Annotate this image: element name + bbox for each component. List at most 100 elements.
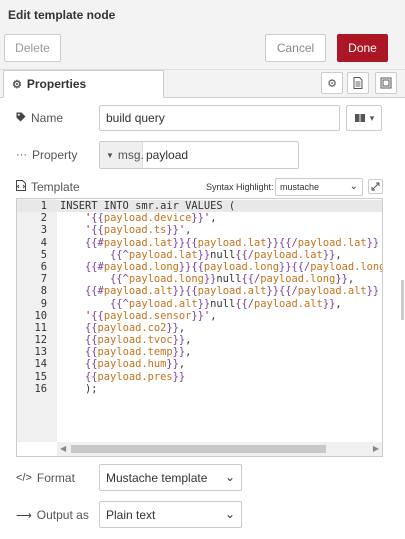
dialog-header: Edit template node Delete Cancel Done (0, 0, 405, 70)
arrow-right-icon: ⟶ (16, 509, 32, 522)
line-number: 1 (17, 200, 57, 213)
line-number: 12 (34, 334, 47, 347)
code-line[interactable]: 9 {{^payload.alt}}null{{/payload.alt}}, (17, 297, 382, 310)
template-editor[interactable]: 1 INSERT INTO smr.air VALUES (2 '{{payloa… (16, 198, 383, 457)
output-icon-select[interactable]: ▾ (346, 105, 382, 131)
code-line[interactable]: 10 '{{payload.sensor}}', (17, 309, 382, 322)
code-text: {{payload.pres}} (85, 370, 186, 383)
code-text: {{^payload.long}}null{{/payload.long}}, (110, 273, 355, 286)
code-icon: </> (16, 472, 32, 484)
code-text: {{payload.hum}}, (85, 358, 186, 371)
settings-tab-button[interactable]: ⚙ (321, 72, 343, 94)
name-label: Name (31, 111, 64, 125)
code-line[interactable]: 16 ); (17, 382, 382, 395)
scroll-left-icon[interactable]: ◀ (60, 444, 66, 453)
code-line[interactable]: 4 {{#payload.lat}}{{payload.lat}}{{/payl… (17, 236, 382, 249)
code-text: ); (60, 382, 98, 395)
gear-icon: ⚙ (327, 77, 337, 90)
scrollbar-thumb[interactable] (71, 445, 326, 453)
property-label: Property (32, 148, 78, 162)
line-number: 15 (34, 370, 47, 383)
line-number: 6 (40, 260, 47, 273)
line-number: 3 (40, 224, 47, 237)
tab-bar: ⚙ Properties ⚙ (0, 70, 405, 98)
line-number: 14 (34, 358, 47, 371)
appearance-icon (380, 77, 392, 89)
syntax-highlight-value: mustache (280, 182, 320, 192)
code-line[interactable]: 6 {{#payload.long}}{{payload.long}}{{/pa… (17, 260, 383, 273)
format-value: Mustache template (106, 470, 208, 485)
caret-down-icon: ▼ (106, 150, 114, 160)
line-number: 16 (34, 382, 47, 395)
code-text: {{#payload.long}}{{payload.long}}{{/payl… (85, 260, 383, 273)
code-text: {{payload.tvoc}}, (85, 334, 192, 347)
code-line[interactable]: 12 {{payload.tvoc}}, (17, 334, 382, 347)
output-label: Output as (36, 508, 89, 522)
code-text: {{^payload.lat}}null{{/payload.lat}}, (110, 248, 342, 261)
code-text: {{payload.co2}}, (85, 321, 186, 334)
gear-icon: ⚙ (12, 78, 22, 91)
property-type-value: msg. (117, 148, 144, 162)
book-icon (354, 114, 365, 122)
code-line[interactable]: 15 {{payload.pres}} (17, 370, 382, 383)
format-label: Format (36, 471, 75, 485)
cancel-button[interactable]: Cancel (265, 34, 326, 62)
done-button[interactable]: Done (337, 34, 388, 62)
dialog-title: Edit template node (8, 8, 116, 22)
code-line[interactable]: 1 INSERT INTO smr.air VALUES ( (17, 200, 382, 213)
format-select[interactable]: Mustache template ⌄ (99, 464, 242, 491)
expand-icon (371, 182, 380, 191)
template-row-label: Template (16, 180, 80, 194)
template-label: Template (31, 180, 80, 194)
code-text: {{payload.temp}}, (85, 346, 192, 359)
dialog-scrollbar[interactable] (401, 280, 404, 320)
description-tab-button[interactable] (347, 72, 369, 94)
property-type-select[interactable]: ▼ msg. (100, 142, 144, 168)
code-line[interactable]: 11 {{payload.co2}}, (17, 321, 382, 334)
code-text: '{{payload.sensor}}', (85, 309, 217, 322)
line-number: 5 (40, 248, 47, 261)
expand-editor-button[interactable] (368, 179, 383, 194)
line-number: 9 (40, 297, 47, 310)
code-text: {{#payload.lat}}{{payload.lat}}{{/payloa… (85, 236, 380, 249)
property-value[interactable]: payload (143, 148, 188, 162)
code-text: '{{payload.device}}', (85, 212, 217, 225)
code-lines: 1 INSERT INTO smr.air VALUES (2 '{{payloa… (17, 200, 383, 395)
tab-properties[interactable]: ⚙ Properties (3, 70, 164, 98)
delete-button[interactable]: Delete (4, 34, 61, 62)
chevron-down-icon: ⌄ (224, 470, 235, 484)
output-value: Plain text (106, 507, 156, 522)
syntax-highlight-select[interactable]: mustache ⌄ (275, 178, 363, 196)
line-number: 7 (40, 273, 47, 286)
file-code-icon (16, 180, 26, 194)
property-row-label: ··· Property (16, 148, 77, 162)
format-row-label: </> Format (16, 471, 75, 485)
code-line[interactable]: 8 {{#payload.alt}}{{payload.alt}}{{/payl… (17, 285, 382, 298)
code-text: {{#payload.alt}}{{payload.alt}}{{/payloa… (85, 285, 380, 298)
line-number: 8 (40, 285, 47, 298)
code-line[interactable]: 13 {{payload.temp}}, (17, 346, 382, 359)
output-select[interactable]: Plain text ⌄ (99, 501, 242, 528)
scroll-right-icon[interactable]: ▶ (373, 444, 379, 453)
code-line[interactable]: 3 '{{payload.ts}}', (17, 224, 382, 237)
property-input[interactable]: ▼ msg. payload (99, 141, 299, 169)
ellipsis-icon: ··· (16, 149, 27, 161)
tag-icon (16, 112, 26, 125)
name-input[interactable]: build query (99, 105, 340, 131)
line-number: 13 (34, 346, 47, 359)
code-line[interactable]: 2 '{{payload.device}}', (17, 212, 382, 225)
code-text: INSERT INTO smr.air VALUES ( (57, 200, 382, 213)
appearance-tab-button[interactable] (375, 72, 397, 94)
horizontal-scrollbar[interactable]: ◀ ▶ (57, 442, 382, 456)
code-line[interactable]: 14 {{payload.hum}}, (17, 358, 382, 371)
code-text: {{^payload.alt}}null{{/payload.alt}}, (110, 297, 342, 310)
output-row-label: ⟶ Output as (16, 508, 89, 522)
syntax-highlight-label: Syntax Highlight: (206, 182, 274, 192)
line-number: 2 (40, 212, 47, 225)
description-icon (353, 77, 363, 89)
line-number: 11 (34, 321, 47, 334)
code-text: '{{payload.ts}}', (85, 224, 192, 237)
code-line[interactable]: 5 {{^payload.lat}}null{{/payload.lat}}, (17, 248, 382, 261)
name-row-label: Name (16, 111, 63, 125)
code-line[interactable]: 7 {{^payload.long}}null{{/payload.long}}… (17, 273, 382, 286)
